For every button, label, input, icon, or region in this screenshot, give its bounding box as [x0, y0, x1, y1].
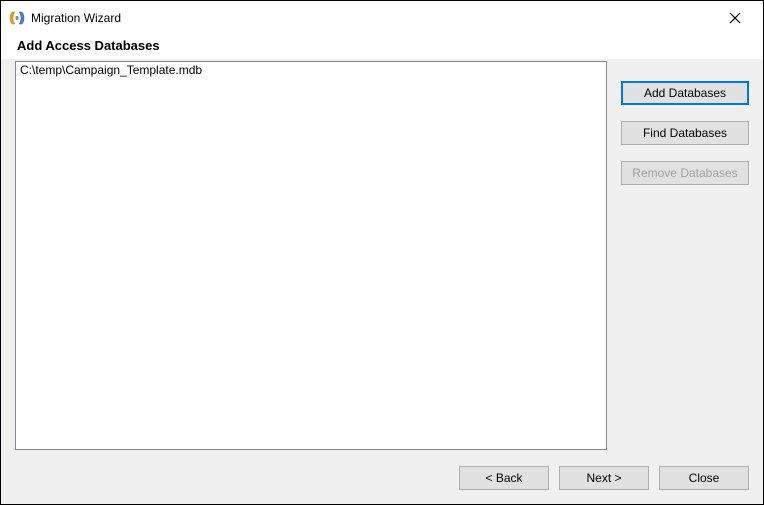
header-section: Add Access Databases — [1, 34, 763, 59]
find-databases-button[interactable]: Find Databases — [621, 121, 749, 145]
header-wrap: Add Access Databases — [1, 34, 763, 59]
close-window-button[interactable] — [715, 4, 755, 32]
content-area: C:\temp\Campaign_Template.mdb Add Databa… — [1, 59, 763, 456]
titlebar: Migration Wizard — [1, 1, 763, 34]
footer-buttons: < Back Next > Close — [1, 456, 763, 504]
back-button[interactable]: < Back — [459, 466, 549, 490]
window-title: Migration Wizard — [31, 11, 121, 25]
database-listbox[interactable]: C:\temp\Campaign_Template.mdb — [15, 61, 607, 450]
list-item[interactable]: C:\temp\Campaign_Template.mdb — [16, 62, 606, 78]
close-button[interactable]: Close — [659, 466, 749, 490]
remove-databases-button: Remove Databases — [621, 161, 749, 185]
close-icon — [729, 12, 741, 24]
titlebar-left: Migration Wizard — [9, 10, 121, 26]
app-icon — [9, 10, 25, 26]
add-databases-button[interactable]: Add Databases — [621, 81, 749, 105]
migration-wizard-window: Migration Wizard Add Access Databases C:… — [0, 0, 764, 505]
body: Add Access Databases C:\temp\Campaign_Te… — [1, 34, 763, 504]
next-button[interactable]: Next > — [559, 466, 649, 490]
side-buttons: Add Databases Find Databases Remove Data… — [621, 59, 749, 450]
page-title: Add Access Databases — [17, 38, 747, 53]
